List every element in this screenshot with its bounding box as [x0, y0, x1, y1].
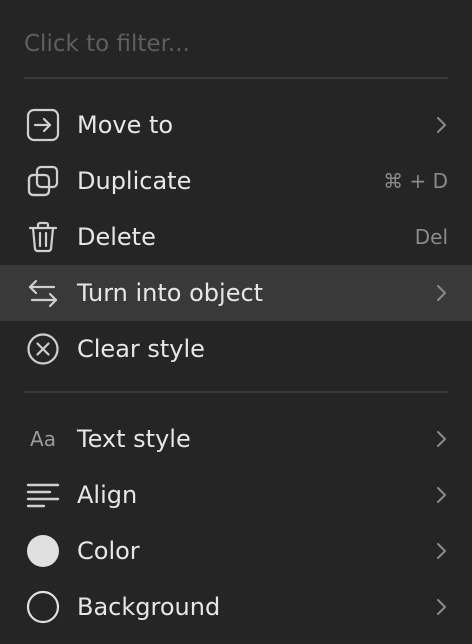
duplicate-icon [26, 164, 60, 198]
menu-item-clear-style[interactable]: Clear style [0, 321, 472, 377]
shortcut-label: Del [414, 225, 448, 249]
trash-icon [26, 220, 60, 254]
shortcut-label: ⌘ + D [383, 169, 448, 193]
background-circle-icon [26, 590, 60, 624]
menu-item-label: Align [77, 481, 138, 509]
menu-item-label: Text style [77, 425, 191, 453]
menu-item-color[interactable]: Color [0, 523, 472, 579]
chevron-right-icon [437, 543, 446, 559]
menu-item-delete[interactable]: Delete Del [0, 209, 472, 265]
move-to-icon [26, 108, 60, 142]
divider [24, 77, 448, 79]
menu-item-label: Delete [77, 223, 156, 251]
menu-item-turn-into-object[interactable]: Turn into object [0, 265, 472, 321]
text-style-icon: Aa [30, 427, 56, 451]
menu-item-background[interactable]: Background [0, 579, 472, 635]
chevron-right-icon [437, 117, 446, 133]
chevron-right-icon [437, 599, 446, 615]
swap-arrows-icon [26, 276, 60, 310]
color-swatch-icon [26, 534, 60, 568]
context-menu: Move to Duplicate ⌘ + D Delete Del [0, 0, 472, 644]
menu-item-align[interactable]: Align [0, 467, 472, 523]
menu-item-label: Move to [77, 111, 174, 139]
clear-circle-icon [26, 332, 60, 366]
chevron-right-icon [437, 431, 446, 447]
chevron-right-icon [437, 285, 446, 301]
menu-item-move-to[interactable]: Move to [0, 97, 472, 153]
chevron-right-icon [437, 487, 446, 503]
menu-item-label: Duplicate [77, 167, 192, 195]
divider [24, 391, 448, 393]
menu-item-label: Background [77, 593, 221, 621]
align-left-icon [26, 478, 60, 512]
menu-item-label: Turn into object [77, 279, 264, 307]
filter-input[interactable] [24, 24, 448, 64]
menu-item-duplicate[interactable]: Duplicate ⌘ + D [0, 153, 472, 209]
menu-item-label: Color [77, 537, 140, 565]
menu-item-label: Clear style [77, 335, 205, 363]
menu-item-text-style[interactable]: Aa Text style [0, 411, 472, 467]
